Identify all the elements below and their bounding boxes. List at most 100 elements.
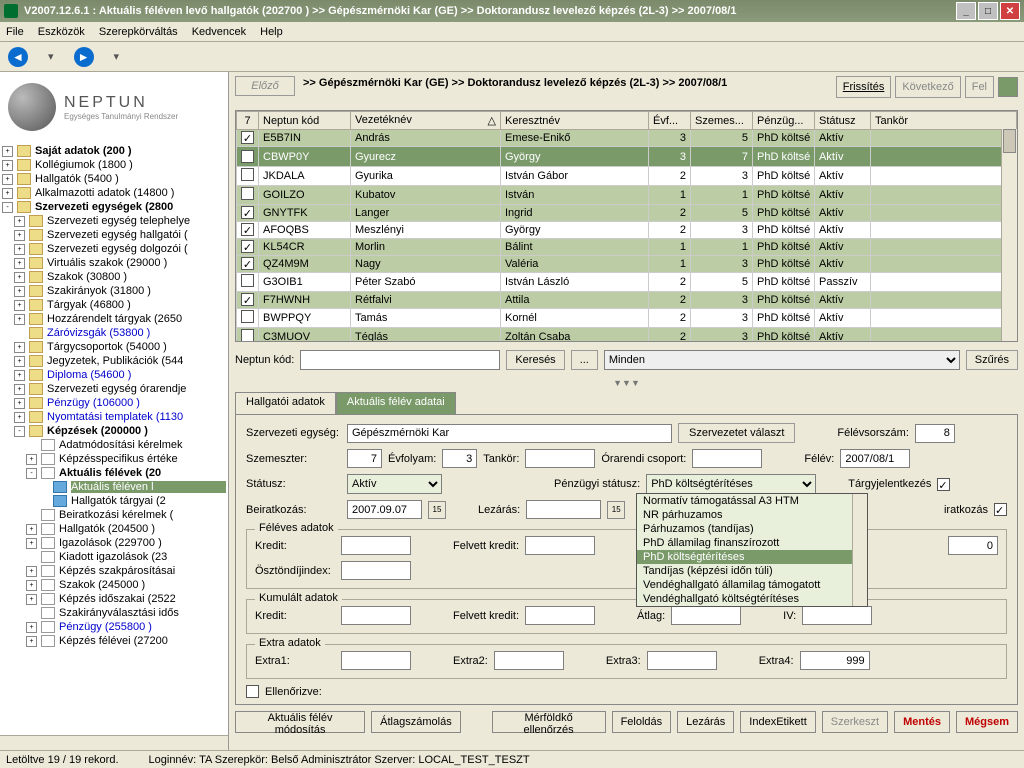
tree-item[interactable]: Beiratkozási kérelmek ( [0, 508, 228, 522]
menu-help[interactable]: Help [260, 26, 283, 38]
btn-0[interactable]: Aktuális félév módosítás [235, 711, 365, 733]
search-input[interactable] [300, 350, 500, 370]
nav-tree[interactable]: +Saját adatok (200 )+Kollégiumok (1800 )… [0, 142, 228, 735]
tree-item[interactable]: +Szervezeti egység órarendje [0, 382, 228, 396]
tree-item[interactable]: -Képzések (200000 ) [0, 424, 228, 438]
semester-field[interactable] [347, 449, 382, 468]
grid-vscroll[interactable] [1001, 129, 1017, 341]
sidebar-hscroll[interactable] [0, 735, 228, 750]
tree-item[interactable]: Aktuális féléven l [0, 480, 228, 494]
dropdown-option[interactable]: PhD költségtérítéses [637, 550, 867, 564]
table-row[interactable]: C3MUOVTéglásZoltán Csaba23PhD költséAktí… [237, 328, 1017, 343]
tree-item[interactable]: +Virtuális szakok (29000 ) [0, 256, 228, 270]
btn-8[interactable]: Mégsem [956, 711, 1018, 733]
tree-item[interactable]: Szakirányválasztási idős [0, 606, 228, 620]
extra1-field[interactable] [341, 651, 411, 670]
atlag-field[interactable] [948, 536, 998, 555]
dropdown-option[interactable]: Normatív támogatással A3 HTM [637, 494, 867, 508]
prev-button[interactable]: Előző [235, 76, 295, 96]
back-button[interactable]: ◄ [8, 47, 28, 67]
year-field[interactable] [442, 449, 477, 468]
btn-2[interactable]: Mérföldkő ellenőrzés [492, 711, 606, 733]
tree-item[interactable]: +Szervezeti egység telephelye [0, 214, 228, 228]
kumul-felvett-field[interactable] [525, 606, 595, 625]
menu-eszközök[interactable]: Eszközök [38, 26, 85, 38]
tree-item[interactable]: +Igazolások (229700 ) [0, 536, 228, 550]
table-row[interactable]: BWPPQYTamásKornél23PhD költséAktív [237, 309, 1017, 328]
kumul-atlag-field[interactable] [671, 606, 741, 625]
tree-item[interactable]: +Szakok (245000 ) [0, 578, 228, 592]
table-row[interactable]: GOILZOKubatovIstván11PhD költséAktív [237, 186, 1017, 205]
targy-checkbox[interactable]: ✓ [937, 478, 950, 491]
splitter[interactable]: ▼▼▼ [235, 378, 1018, 388]
ellen-checkbox[interactable] [246, 685, 259, 698]
tree-item[interactable]: +Szervezeti egység dolgozói ( [0, 242, 228, 256]
tree-item[interactable]: +Képzés szakpárosításai [0, 564, 228, 578]
tab-current-semester[interactable]: Aktuális félév adatai [336, 392, 456, 414]
filter-all-select[interactable]: Minden [604, 350, 960, 370]
tree-item[interactable]: +Pénzügy (255800 ) [0, 620, 228, 634]
table-row[interactable]: ✓F7HWNHRétfalviAttila23PhD költséAktív [237, 292, 1017, 309]
fin-status-dropdown[interactable]: Normatív támogatással A3 HTMNR párhuzamo… [636, 493, 868, 607]
btn-3[interactable]: Feloldás [612, 711, 672, 733]
lezar-field[interactable] [526, 500, 601, 519]
table-row[interactable]: JKDALAGyurikaIstván Gábor23PhD költséAkt… [237, 167, 1017, 186]
tree-item[interactable]: +Tárgycsoportok (54000 ) [0, 340, 228, 354]
extra4-field[interactable] [800, 651, 870, 670]
dropdown-option[interactable]: PhD államilag finanszírozott [637, 536, 867, 550]
tree-item[interactable]: +Saját adatok (200 ) [0, 144, 228, 158]
semnum-field[interactable] [915, 424, 955, 443]
table-row[interactable]: ✓CBWP0YGyureczGyörgy37PhD költséAktív [237, 147, 1017, 167]
close-button[interactable]: ✕ [1000, 2, 1020, 20]
beir-field[interactable] [347, 500, 422, 519]
iv-field[interactable] [802, 606, 872, 625]
kumul-kredit-field[interactable] [341, 606, 411, 625]
btn-7[interactable]: Mentés [894, 711, 950, 733]
felvett-field[interactable] [525, 536, 595, 555]
filter-button[interactable]: Szűrés [966, 350, 1018, 370]
org-field[interactable] [347, 424, 672, 443]
up-button[interactable]: Fel [965, 76, 994, 98]
table-row[interactable]: ✓QZ4M9MNagyValéria13PhD költséAktív [237, 256, 1017, 273]
tree-item[interactable]: +Szakok (30800 ) [0, 270, 228, 284]
dropdown-option[interactable]: Vendéghallgató költségtérítéses [637, 592, 867, 606]
forward-button[interactable]: ► [74, 47, 94, 67]
fin-status-select[interactable]: PhD költségtérítéses [646, 474, 816, 494]
btn-4[interactable]: Lezárás [677, 711, 734, 733]
tree-item[interactable]: -Aktuális félévek (20 [0, 466, 228, 480]
tree-item[interactable]: +Jegyzetek, Publikációk (544 [0, 354, 228, 368]
btn-5[interactable]: IndexEtikett [740, 711, 815, 733]
dropdown-option[interactable]: NR párhuzamos [637, 508, 867, 522]
search-button[interactable]: Keresés [506, 350, 564, 370]
menu-file[interactable]: File [6, 26, 24, 38]
back-dropdown-icon[interactable]: ▾ [48, 50, 54, 63]
tree-item[interactable]: +Nyomtatási templatek (1130 [0, 410, 228, 424]
tree-item[interactable]: +Diploma (54600 ) [0, 368, 228, 382]
refresh-button[interactable]: Frissítés [836, 76, 892, 98]
table-row[interactable]: ✓AFOQBSMeszlényiGyörgy23PhD költséAktív [237, 222, 1017, 239]
iratk-checkbox[interactable]: ✓ [994, 503, 1007, 516]
dropdown-option[interactable]: Párhuzamos (tandíjas) [637, 522, 867, 536]
kredit-field[interactable] [341, 536, 411, 555]
dropdown-option[interactable]: Tandíjas (képzési időn túli) [637, 564, 867, 578]
tree-item[interactable]: +Szervezeti egység hallgatói ( [0, 228, 228, 242]
extra3-field[interactable] [647, 651, 717, 670]
felev-field[interactable] [840, 449, 910, 468]
lezar-date-icon[interactable]: 15 [607, 501, 625, 519]
tree-item[interactable]: +Alkalmazotti adatok (14800 ) [0, 186, 228, 200]
next-button[interactable]: Következő [895, 76, 960, 98]
tree-item[interactable]: +Tárgyak (46800 ) [0, 298, 228, 312]
menu-szerepkörváltás[interactable]: Szerepkörváltás [99, 26, 178, 38]
data-grid[interactable]: 7Neptun kódVezetéknév △KeresztnévÉvf...S… [235, 110, 1018, 342]
tree-item[interactable]: +Pénzügy (106000 ) [0, 396, 228, 410]
tree-item[interactable]: +Képzés időszakai (2522 [0, 592, 228, 606]
tree-item[interactable]: Hallgatók tárgyai (2 [0, 494, 228, 508]
beir-date-icon[interactable]: 15 [428, 501, 446, 519]
table-row[interactable]: ✓KL54CRMorlinBálint11PhD költséAktív [237, 239, 1017, 256]
minimize-button[interactable]: _ [956, 2, 976, 20]
refresh-icon[interactable] [998, 77, 1018, 97]
dropdown-option[interactable]: Vendéghallgató államilag támogatott [637, 578, 867, 592]
search-more-button[interactable]: ... [571, 350, 598, 370]
maximize-button[interactable]: □ [978, 2, 998, 20]
tree-item[interactable]: +Képzésspecifikus értéke [0, 452, 228, 466]
